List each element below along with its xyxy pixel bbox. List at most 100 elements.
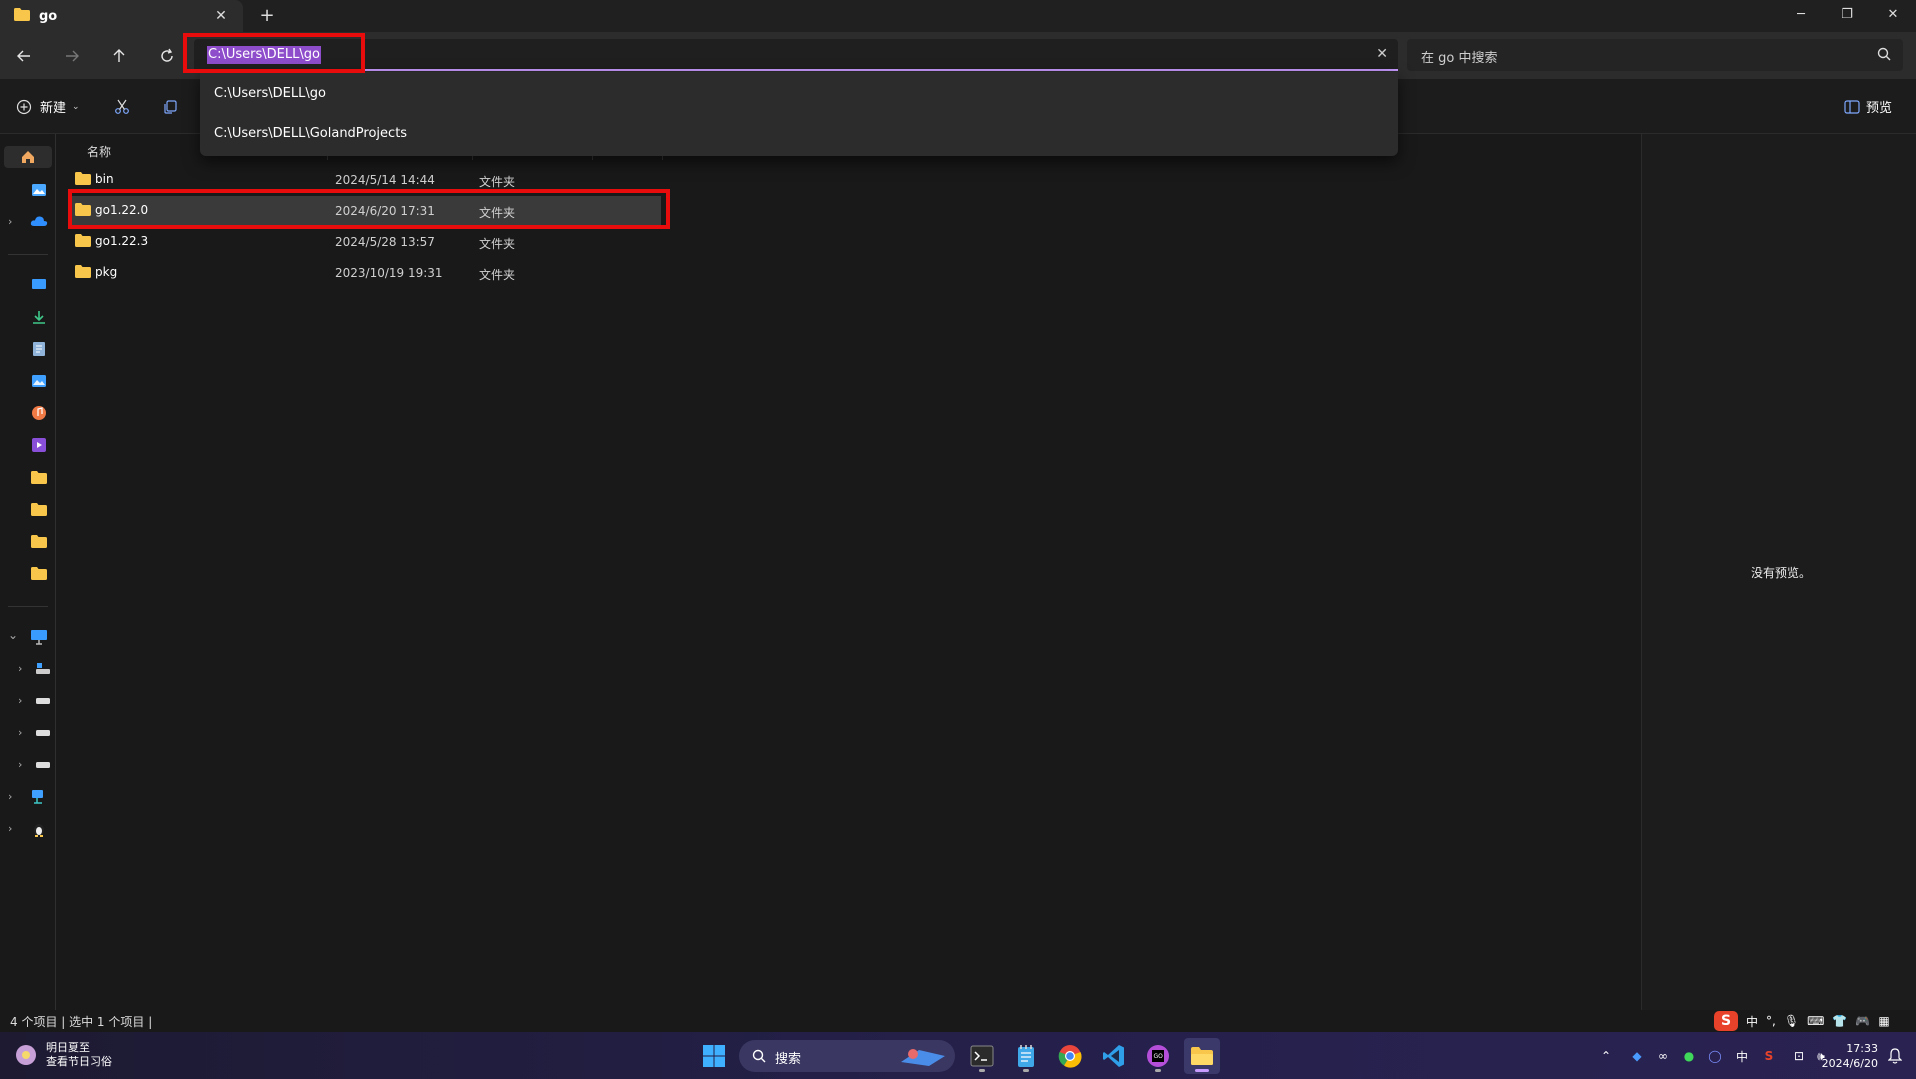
tab-close-icon[interactable]: ✕	[211, 6, 231, 26]
notification-bell-icon[interactable]	[1886, 1047, 1904, 1065]
keyboard-icon[interactable]: ⌨	[1807, 1014, 1824, 1028]
refresh-icon	[161, 48, 173, 62]
tab-label: go	[39, 8, 58, 24]
tab-go[interactable]: go ✕	[0, 0, 243, 32]
sidebar-item-network[interactable]	[28, 786, 50, 808]
start-button[interactable]	[696, 1038, 732, 1074]
suggestion-item[interactable]: C:\Users\DELL\GolandProjects	[214, 126, 407, 141]
wechat-icon[interactable]: ●	[1680, 1047, 1698, 1065]
document-icon	[33, 342, 45, 356]
file-list: 名称 bin 2024/5/14 14:44 文件夹 go1.22.0 2024…	[57, 134, 1640, 1010]
column-header-name[interactable]: 名称	[87, 140, 111, 164]
file-date: 2024/6/20 17:31	[335, 204, 435, 218]
home-icon	[22, 151, 34, 163]
restore-button[interactable]: ❐	[1824, 0, 1870, 32]
expand-chevron-icon[interactable]: ›	[8, 790, 12, 803]
new-tab-button[interactable]: +	[254, 4, 280, 28]
gamepad-icon[interactable]: 🎮	[1855, 1014, 1870, 1028]
sidebar-item-drive[interactable]	[32, 722, 54, 744]
sidebar-item-folder[interactable]	[28, 562, 50, 584]
taskbar-app-goland[interactable]: GO	[1140, 1038, 1176, 1074]
taskbar: 明日夏至 查看节日习俗 搜索 GO ⌃ ◆ ∞ ● ◯ 中 S ⊡ 🕪 17:3…	[0, 1032, 1916, 1079]
ime-lang[interactable]: 中	[1746, 1013, 1758, 1030]
sidebar-item-folder[interactable]	[28, 498, 50, 520]
expand-chevron-icon[interactable]: ›	[8, 215, 12, 228]
computer-icon	[31, 630, 47, 645]
table-row[interactable]: go1.22.3 2024/5/28 13:57 文件夹	[71, 227, 661, 257]
up-button[interactable]	[105, 42, 133, 70]
table-row[interactable]: pkg 2023/10/19 19:31 文件夹	[71, 258, 661, 288]
circle-app-icon[interactable]: ◯	[1706, 1047, 1724, 1065]
expand-chevron-icon[interactable]: ›	[18, 726, 22, 739]
sidebar-item-drive[interactable]	[32, 754, 54, 776]
search-icon	[1877, 47, 1891, 65]
file-date: 2024/5/14 14:44	[335, 173, 435, 187]
expand-chevron-icon[interactable]: ›	[18, 662, 22, 675]
microphone-icon[interactable]: 🎙	[1784, 1014, 1799, 1028]
suggestion-item[interactable]: C:\Users\DELL\go	[214, 86, 326, 101]
back-button[interactable]	[10, 42, 38, 70]
sogou-icon[interactable]: S	[1714, 1011, 1738, 1031]
new-button[interactable]: 新建 ⌄	[16, 97, 80, 116]
expand-chevron-icon[interactable]: ›	[8, 822, 12, 835]
sidebar-item-linux[interactable]	[28, 818, 50, 840]
sidebar-item-gallery[interactable]	[28, 179, 50, 201]
copilot-icon[interactable]: ∞	[1654, 1047, 1672, 1065]
close-button[interactable]: ✕	[1870, 0, 1916, 32]
skin-icon[interactable]: 👕	[1832, 1014, 1847, 1028]
sogou-tray-icon[interactable]: S	[1760, 1047, 1778, 1065]
running-indicator	[1023, 1069, 1029, 1072]
sidebar-item-pictures[interactable]	[28, 370, 50, 392]
file-date: 2024/5/28 13:57	[335, 235, 435, 249]
taskbar-search[interactable]: 搜索	[739, 1040, 955, 1072]
clear-address-icon[interactable]: ✕	[1376, 46, 1388, 62]
expand-chevron-icon[interactable]: ›	[18, 694, 22, 707]
taskbar-app-file-explorer[interactable]	[1184, 1038, 1220, 1074]
taskbar-app-notepad[interactable]	[1008, 1038, 1044, 1074]
minimize-button[interactable]: ─	[1778, 0, 1824, 32]
sidebar-item-videos[interactable]	[28, 434, 50, 456]
taskbar-app-terminal[interactable]	[964, 1038, 1000, 1074]
search-input[interactable]: 在 go 中搜索	[1421, 47, 1497, 66]
expand-chevron-icon[interactable]: ›	[18, 758, 22, 771]
sidebar-item-folder[interactable]	[28, 466, 50, 488]
desktop-icon	[32, 279, 46, 289]
sidebar-item-onedrive[interactable]	[28, 210, 50, 232]
refresh-button[interactable]	[153, 42, 181, 70]
forward-button[interactable]	[58, 42, 86, 70]
sidebar-item-desktop[interactable]	[28, 274, 50, 296]
taskbar-app-vscode[interactable]	[1096, 1038, 1132, 1074]
network-icon[interactable]: ⊡	[1790, 1047, 1808, 1065]
table-row[interactable]: bin 2024/5/14 14:44 文件夹	[71, 165, 661, 195]
taskbar-app-chrome[interactable]	[1052, 1038, 1088, 1074]
status-text: 4 个项目 | 选中 1 个项目 |	[10, 1015, 153, 1029]
punctuation-icon[interactable]: °,	[1766, 1014, 1776, 1028]
preview-pane-button[interactable]: 预览	[1844, 97, 1892, 116]
ime-language-indicator[interactable]: 中	[1733, 1047, 1751, 1065]
clock-date: 2024/6/20	[1821, 1057, 1878, 1070]
address-suggestions: C:\Users\DELL\go C:\Users\DELL\GolandPro…	[200, 72, 1398, 156]
preview-button-label: 预览	[1865, 101, 1892, 116]
sidebar-item-documents[interactable]	[28, 338, 50, 360]
address-input[interactable]: C:\Users\DELL\go	[207, 46, 321, 64]
sidebar-item-folder[interactable]	[28, 530, 50, 552]
cut-button[interactable]	[111, 96, 133, 118]
table-row-selected[interactable]: go1.22.0 2024/6/20 17:31 文件夹	[71, 196, 661, 226]
address-bar[interactable]: C:\Users\DELL\go ✕	[194, 39, 1398, 71]
gallery-icon	[32, 184, 46, 196]
sidebar-item-downloads[interactable]	[28, 306, 50, 328]
copy-button[interactable]	[159, 96, 181, 118]
bluetooth-app-icon[interactable]: ◆	[1628, 1047, 1646, 1065]
collapse-chevron-icon[interactable]: ⌄	[8, 628, 18, 642]
arrow-up-icon	[113, 49, 125, 62]
chevron-up-icon[interactable]: ⌃	[1597, 1047, 1615, 1065]
grid-icon[interactable]: ▦	[1878, 1014, 1889, 1028]
search-box[interactable]: 在 go 中搜索	[1407, 39, 1903, 71]
clock[interactable]: 17:33 2024/6/20	[1822, 1041, 1878, 1071]
weather-widget[interactable]: 明日夏至 查看节日习俗	[14, 1041, 112, 1069]
sidebar-item-drive-c[interactable]	[32, 658, 54, 680]
sidebar-item-this-pc[interactable]	[28, 626, 50, 648]
sidebar-item-music[interactable]	[28, 402, 50, 424]
sidebar-item-drive[interactable]	[32, 690, 54, 712]
sidebar-item-home[interactable]	[4, 146, 52, 168]
